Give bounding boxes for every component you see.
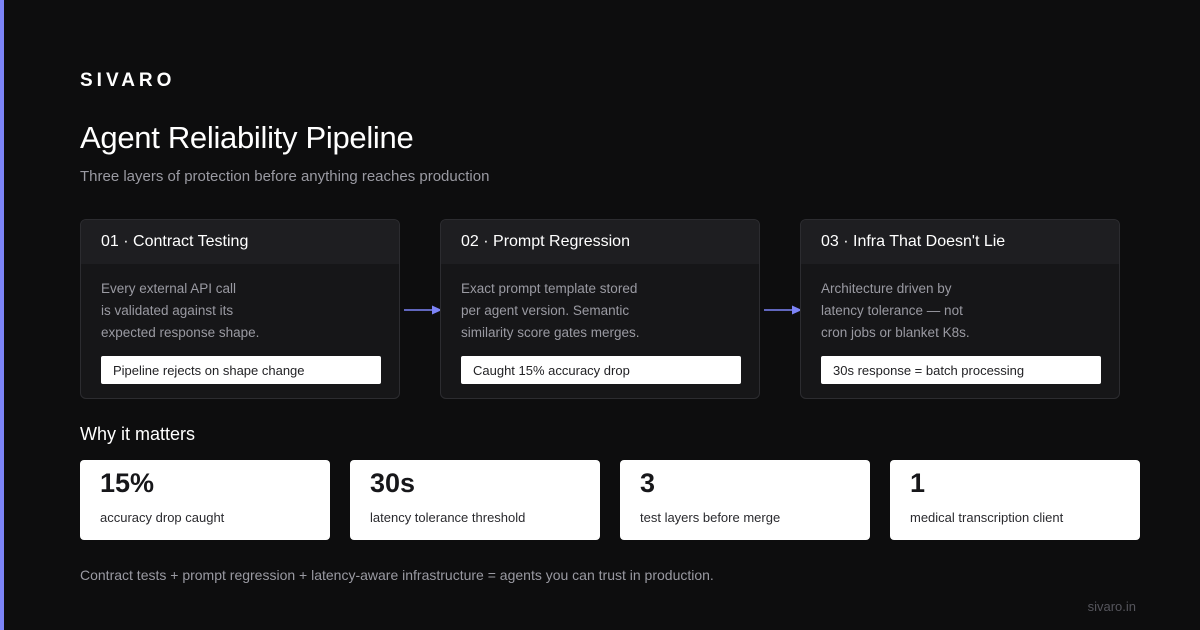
stage-description-line: Every external API call [101, 281, 237, 296]
stat-card: 1 medical transcription client [890, 460, 1140, 540]
stat-value: 15% [100, 468, 155, 498]
stage-card-prompt-regression: 02 · Prompt Regression Exact prompt temp… [440, 219, 760, 399]
stage-title: 03 · Infra That Doesn't Lie [801, 220, 1119, 264]
stage-description: Every external API call is validated aga… [101, 278, 361, 344]
stat-value: 1 [910, 468, 926, 498]
stage-description-line: Exact prompt template stored [461, 281, 638, 296]
flow-arrow-icon [404, 305, 442, 315]
stage-card-infra: 03 · Infra That Doesn't Lie Architecture… [800, 219, 1120, 399]
stage-description: Exact prompt template stored per agent v… [461, 278, 721, 344]
stat-card: 3 test layers before merge [620, 460, 870, 540]
stage-card-contract-testing: 01 · Contract Testing Every external API… [80, 219, 400, 399]
stage-title: 01 · Contract Testing [81, 220, 399, 264]
stage-description-line: is validated against its [101, 303, 234, 318]
stage-description: Architecture driven by latency tolerance… [821, 278, 1081, 344]
brand-logo: SIVARO [80, 70, 176, 91]
stage-result-tag: Pipeline rejects on shape change [101, 356, 381, 384]
stat-label: test layers before merge [640, 510, 781, 525]
section-title: Why it matters [80, 424, 196, 444]
accent-bar [0, 0, 4, 630]
stage-description-line: per agent version. Semantic [461, 303, 630, 318]
page-subtitle: Three layers of protection before anythi… [80, 168, 490, 185]
stat-label: latency tolerance threshold [370, 510, 526, 525]
stage-title: 02 · Prompt Regression [441, 220, 759, 264]
stat-card: 15% accuracy drop caught [80, 460, 330, 540]
site-url: sivaro.in [1087, 599, 1136, 614]
flow-arrow-icon [764, 305, 802, 315]
stage-result-tag: 30s response = batch processing [821, 356, 1101, 384]
stat-card: 30s latency tolerance threshold [350, 460, 600, 540]
page-title: Agent Reliability Pipeline [80, 120, 414, 155]
stat-label: accuracy drop caught [100, 510, 225, 525]
stat-label: medical transcription client [910, 510, 1064, 525]
stage-description-line: Architecture driven by [821, 281, 952, 296]
stage-description-line: latency tolerance — not [821, 303, 963, 318]
stat-value: 30s [370, 468, 416, 498]
stat-value: 3 [640, 468, 656, 498]
stage-description-line: similarity score gates merges. [461, 325, 640, 340]
stage-description-line: expected response shape. [101, 325, 260, 340]
stage-description-line: cron jobs or blanket K8s. [821, 325, 970, 340]
stage-result-tag: Caught 15% accuracy drop [461, 356, 741, 384]
footer-summary: Contract tests + prompt regression + lat… [80, 567, 714, 583]
